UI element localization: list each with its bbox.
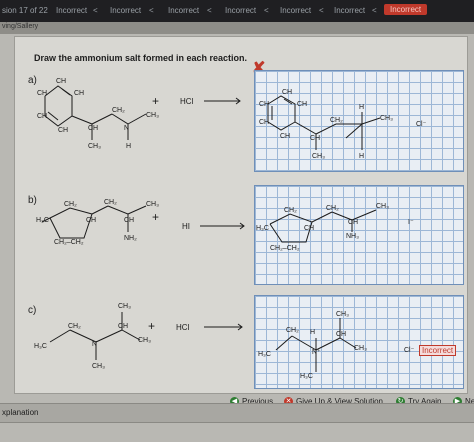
counterion-a: Cl⁻ [416, 121, 427, 128]
label-ch: CH [37, 113, 47, 120]
bond-line [71, 115, 93, 125]
label-ch3: CH₃ [146, 112, 159, 119]
label-ch3: CH₃ [376, 203, 389, 210]
label-nplus: N⁺ [312, 349, 321, 356]
label-ch: CH [304, 225, 314, 232]
bond-line [127, 205, 147, 215]
label-h3c: H₃C [36, 217, 49, 224]
bond-line [61, 88, 71, 96]
label-ch3: CH₃ [354, 345, 367, 352]
label-h3c: H₃C [300, 373, 313, 380]
bond-line [107, 205, 129, 215]
label-ch: CH [282, 89, 292, 96]
label-ch3: CH₃ [380, 115, 393, 122]
label-ch: CH [86, 217, 96, 224]
plus-sign: + [152, 210, 159, 224]
label-ch: CH [74, 90, 84, 97]
plus-sign: + [148, 319, 155, 333]
bond-line [111, 113, 129, 125]
label-h: H [310, 329, 315, 336]
reagent-b: HI [182, 222, 190, 231]
label-ch2: CH₂ [326, 205, 339, 212]
label-n: N [92, 341, 97, 348]
label-ch: CH [124, 217, 134, 224]
product-b: CH₂ H₃C CH CH₂ CH CH₃ NH₃ CH₂–CH₂ I⁻ [256, 203, 414, 252]
label-h: H [359, 153, 364, 160]
reagent-a: HCl [180, 97, 194, 106]
label-ch3: CH₃ [312, 153, 325, 160]
bond-line [49, 329, 71, 343]
bond-line [311, 211, 333, 223]
bond-line [294, 121, 317, 135]
bond-line [47, 111, 59, 121]
label-h: H [359, 104, 364, 111]
label-h3c: H₃C [258, 351, 271, 358]
label-ch2: CH₂ [112, 107, 125, 114]
label-h3c: H₃C [256, 225, 269, 232]
explanation-label: xplanation [2, 408, 39, 417]
bond-line [91, 205, 109, 215]
label-ch: CH [348, 219, 358, 226]
label-ch: CH [310, 135, 320, 142]
label-ch: CH [259, 119, 269, 126]
label-ch: CH [56, 78, 66, 85]
label-ch: CH [37, 90, 47, 97]
bond-line [95, 329, 123, 343]
label-ch2: CH₂ [330, 117, 343, 124]
status-badge: Incorrect [419, 345, 457, 356]
bond-line [345, 123, 363, 139]
reactant-c: CH₂ H₃C N CH CH₃ CH₃ CH₃ + HCl [34, 303, 243, 370]
label-nh2: NH₂ [124, 235, 137, 242]
counterion-c: Cl⁻ [404, 347, 415, 354]
label-ch3: CH₃ [92, 363, 105, 370]
label-ch: CH [58, 127, 68, 134]
label-ch2: CH₂ [64, 201, 77, 208]
label-ch3: CH₃ [118, 303, 131, 310]
label-ch: CH [259, 101, 269, 108]
label-h3c: H₃C [34, 343, 47, 350]
bond-line [44, 85, 73, 127]
label-ch3: CH₃ [336, 311, 349, 318]
label-ch3: CH₃ [138, 337, 151, 344]
label-ch: CH [280, 133, 290, 140]
label-ch3: CH₃ [146, 201, 159, 208]
reagent-c: HCl [176, 323, 190, 332]
label-h: H [126, 143, 131, 150]
bond-line [127, 113, 147, 125]
label-ch2: CH₂ [284, 207, 297, 214]
label-ch: CH [297, 101, 307, 108]
reactant-a: CH CH CH CH CH CH CH₂ N CH₃ CH₃ H + HCl [37, 78, 241, 150]
product-c: CH₂ H₃C H N⁺ CH CH₃ CH₃ H₃C Cl⁻ [258, 311, 415, 380]
label-ch: CH [118, 323, 128, 330]
label-ch: CH [88, 125, 98, 132]
bond-line [315, 123, 337, 135]
label-ch: CH [336, 331, 346, 338]
label-ch2ch2: CH₂–CH₂ [270, 245, 300, 252]
label-ch2: CH₂ [286, 327, 299, 334]
plus-sign: + [152, 94, 159, 108]
bond-line [291, 335, 317, 351]
reactant-b: CH₂ H₃C CH CH₂ CH CH₃ NH₂ CH₂–CH₂ + HI [36, 199, 245, 246]
bond-line [361, 117, 381, 125]
label-ch2: CH₂ [104, 199, 117, 206]
explanation-section[interactable]: xplanation [0, 403, 474, 423]
reaction-diagrams: CH CH CH CH CH CH CH₂ N CH₃ CH₃ H + HCl … [34, 78, 427, 380]
label-ch2ch2: CH₂–CH₂ [54, 239, 84, 246]
product-a: CH CH CH CH CH CH CH₂ H CH₃ CH₃ H Cl⁻ [259, 89, 427, 160]
label-n: N [124, 125, 129, 132]
label-ch3: CH₃ [88, 143, 101, 150]
counterion-b: I⁻ [408, 219, 414, 226]
bond-line [91, 113, 113, 125]
label-nh3: NH₃ [346, 233, 359, 240]
label-ch2: CH₂ [68, 323, 81, 330]
bond-line [275, 335, 293, 351]
